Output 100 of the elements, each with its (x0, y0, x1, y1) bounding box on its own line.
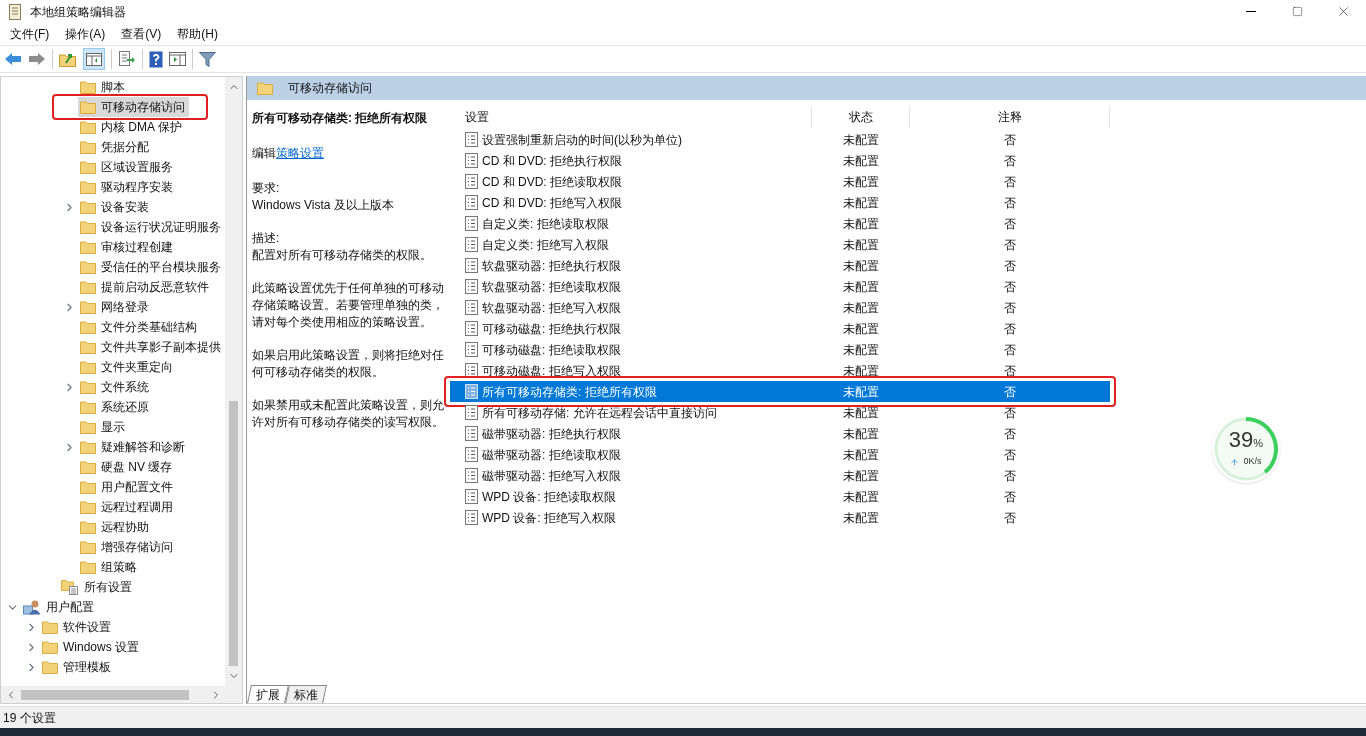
table-row[interactable]: 设置强制重新启动的时间(以秒为单位) 未配置 否 (450, 129, 1110, 150)
tree-item[interactable]: 文件系统 (60, 377, 153, 397)
tree-item[interactable]: 用户配置 (3, 597, 98, 617)
show-tree-button[interactable] (83, 48, 105, 70)
tree-item[interactable]: 用户配置文件 (60, 477, 177, 497)
scroll-thumb[interactable] (21, 689, 189, 700)
folder-icon (80, 400, 96, 414)
tree-item[interactable]: 远程过程调用 (60, 497, 177, 517)
table-row[interactable]: 自定义类: 拒绝写入权限 未配置 否 (450, 234, 1110, 255)
column-header[interactable]: 设置 (450, 106, 812, 128)
folder-up-icon[interactable] (59, 51, 77, 67)
view-tab[interactable]: 扩展 (247, 685, 289, 703)
menu-item[interactable]: 帮助(H) (169, 23, 226, 45)
folder-icon (257, 81, 273, 95)
back-icon[interactable] (4, 52, 22, 66)
tree-item[interactable]: 组策略 (60, 557, 141, 577)
table-row[interactable]: 可移动磁盘: 拒绝读取权限 未配置 否 (450, 339, 1110, 360)
horizontal-scrollbar[interactable] (1, 686, 242, 703)
description-text: 如果启用此策略设置，则将拒绝对任何可移动存储类的权限。 (252, 347, 445, 381)
tree-item[interactable]: 所有设置 (41, 577, 136, 597)
vertical-scrollbar[interactable] (225, 77, 242, 686)
tree-item[interactable]: 脚本 (60, 77, 129, 97)
tree-item[interactable]: 审核过程创建 (60, 237, 177, 257)
tree-item[interactable]: 网络登录 (60, 297, 153, 317)
description-text: 描述: (252, 230, 281, 247)
table-row[interactable]: 磁带驱动器: 拒绝读取权限 未配置 否 (450, 444, 1110, 465)
properties-icon[interactable] (169, 52, 186, 66)
tree-item[interactable]: 设备安装 (60, 197, 153, 217)
export-icon[interactable] (118, 51, 136, 67)
tree-item[interactable]: 远程协助 (60, 517, 153, 537)
tree-item[interactable]: 提前启动反恶意软件 (60, 277, 213, 297)
tree-item[interactable]: 文件共享影子副本提供 (60, 337, 225, 357)
tree-item[interactable]: 受信任的平台模块服务 (60, 257, 225, 277)
table-row[interactable]: 所有可移动存储: 允许在远程会话中直接访问 未配置 否 (450, 402, 1110, 423)
tree-item[interactable]: 文件分类基础结构 (60, 317, 201, 337)
tree-item[interactable]: 凭据分配 (60, 137, 153, 157)
scroll-thumb[interactable] (229, 401, 238, 666)
table-cell-text: 未配置 (842, 488, 880, 506)
tree-item[interactable]: 疑难解答和诊断 (60, 437, 189, 457)
speed-widget[interactable]: 39% 0K/s (1212, 415, 1280, 483)
table-cell-text: 未配置 (842, 278, 880, 296)
menu-item[interactable]: 操作(A) (57, 23, 114, 45)
table-cell-text: 未配置 (842, 257, 880, 275)
policy-icon (465, 174, 478, 189)
table-row[interactable]: WPD 设备: 拒绝写入权限 未配置 否 (450, 507, 1110, 528)
table-cell-text: 否 (1003, 404, 1017, 422)
tree-item[interactable]: 区域设置服务 (60, 157, 177, 177)
policy-icon (465, 300, 478, 315)
folder-icon (80, 340, 96, 354)
table-row[interactable]: 自定义类: 拒绝读取权限 未配置 否 (450, 213, 1110, 234)
tree-item[interactable]: 内核 DMA 保护 (60, 117, 186, 137)
table-cell-text: CD 和 DVD: 拒绝读取权限 (482, 173, 622, 191)
column-header[interactable]: 注释 (910, 106, 1110, 128)
tree-item[interactable]: 显示 (60, 417, 129, 437)
table-row[interactable]: 软盘驱动器: 拒绝读取权限 未配置 否 (450, 276, 1110, 297)
policy-settings-link[interactable]: 策略设置 (276, 146, 324, 160)
view-tab[interactable]: 标准 (285, 685, 327, 703)
table-cell-text: 否 (1003, 194, 1017, 212)
forward-icon[interactable] (28, 52, 46, 66)
menu-item[interactable]: 查看(V) (113, 23, 170, 45)
table-row[interactable]: 所有可移动存储类: 拒绝所有权限 未配置 否 (450, 381, 1110, 402)
policy-icon (465, 489, 478, 504)
policy-icon (465, 279, 478, 294)
filter-icon[interactable] (199, 51, 216, 67)
table-row[interactable]: CD 和 DVD: 拒绝读取权限 未配置 否 (450, 171, 1110, 192)
table-cell-text: 否 (1003, 509, 1017, 527)
tree-item[interactable]: 增强存储访问 (60, 537, 177, 557)
table-cell-text: 否 (1003, 425, 1017, 443)
policy-icon (465, 447, 478, 462)
folder-icon (80, 480, 96, 494)
menu-item[interactable]: 文件(F) (2, 23, 58, 45)
description-text: 配置对所有可移动存储类的权限。 (252, 247, 433, 264)
folder-icon (80, 500, 96, 514)
tree-item[interactable]: 软件设置 (22, 617, 115, 637)
help-icon[interactable] (149, 50, 163, 68)
tree-item[interactable]: Windows 设置 (22, 637, 143, 657)
table-row[interactable]: 软盘驱动器: 拒绝写入权限 未配置 否 (450, 297, 1110, 318)
percent-value: 39 (1228, 429, 1254, 452)
table-cell-text: 否 (1003, 446, 1017, 464)
tree-item[interactable]: 设备运行状况证明服务 (60, 217, 225, 237)
table-cell-text: 软盘驱动器: 拒绝读取权限 (482, 278, 621, 296)
policy-icon (465, 237, 478, 252)
table-row[interactable]: 软盘驱动器: 拒绝执行权限 未配置 否 (450, 255, 1110, 276)
table-row[interactable]: CD 和 DVD: 拒绝写入权限 未配置 否 (450, 192, 1110, 213)
folder-icon (42, 620, 58, 634)
table-row[interactable]: 磁带驱动器: 拒绝执行权限 未配置 否 (450, 423, 1110, 444)
tree-item[interactable]: 管理模板 (22, 657, 115, 677)
table-row[interactable]: CD 和 DVD: 拒绝执行权限 未配置 否 (450, 150, 1110, 171)
column-header[interactable]: 状态 (812, 106, 910, 128)
tree-item[interactable]: 文件夹重定向 (60, 357, 177, 377)
table-row[interactable]: 可移动磁盘: 拒绝执行权限 未配置 否 (450, 318, 1110, 339)
tree-item[interactable]: 硬盘 NV 缓存 (60, 457, 177, 477)
folder-icon (80, 80, 96, 94)
table-row[interactable]: 磁带驱动器: 拒绝写入权限 未配置 否 (450, 465, 1110, 486)
table-cell-text: 所有可移动存储: 允许在远程会话中直接访问 (482, 404, 717, 422)
tree-item[interactable]: 系统还原 (60, 397, 153, 417)
table-cell-text: 自定义类: 拒绝写入权限 (482, 236, 609, 254)
table-row[interactable]: 可移动磁盘: 拒绝写入权限 未配置 否 (450, 360, 1110, 381)
table-row[interactable]: WPD 设备: 拒绝读取权限 未配置 否 (450, 486, 1110, 507)
tree-item[interactable]: 驱动程序安装 (60, 177, 177, 197)
